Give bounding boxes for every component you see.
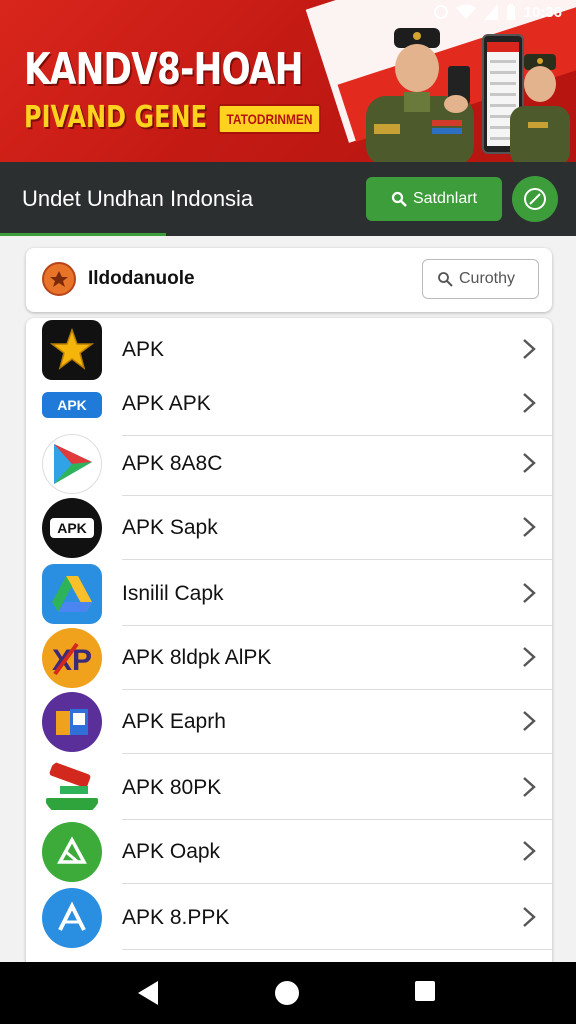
notification-icon bbox=[433, 5, 448, 19]
list-item-label: APK bbox=[122, 338, 165, 361]
banner-title: KANDV8-HOAH bbox=[24, 44, 304, 95]
xp-icon: XP bbox=[42, 628, 102, 688]
chevron-right-icon bbox=[523, 517, 536, 537]
list-item-label: APK 8A8C bbox=[122, 452, 223, 475]
wifi-icon bbox=[455, 4, 476, 19]
svg-text:APK: APK bbox=[57, 397, 87, 413]
top-navbar: Undet Undhan Indonsia Satdnlart bbox=[0, 162, 576, 236]
book-icon bbox=[42, 692, 102, 752]
chevron-right-icon bbox=[523, 583, 536, 603]
list-item[interactable]: APK Oapk bbox=[26, 820, 552, 884]
list-item[interactable]: APK APK APK bbox=[26, 372, 552, 436]
compass-button[interactable] bbox=[512, 176, 558, 222]
list-item-label: APK Eaprh bbox=[122, 710, 226, 733]
play-icon bbox=[42, 434, 102, 494]
list-item-label: Isnilil Capk bbox=[122, 582, 224, 605]
card-title: Ildodanuole bbox=[88, 268, 195, 289]
list-item-label: APK APK bbox=[122, 392, 211, 415]
chevron-right-icon bbox=[523, 647, 536, 667]
list-item-label: APK 8ldpk AlPK bbox=[122, 646, 272, 669]
list-item[interactable]: APK 8.PPK bbox=[26, 886, 552, 950]
search-icon bbox=[438, 272, 453, 287]
list-item-label: APK Oapk bbox=[122, 840, 221, 863]
status-bar: 10:36 bbox=[433, 0, 576, 24]
garuda-logo-icon bbox=[42, 262, 76, 296]
search-icon bbox=[391, 191, 407, 207]
apk-badge-icon: APK bbox=[42, 498, 102, 558]
page-title: Undet Undhan Indonsia bbox=[22, 186, 254, 211]
chevron-right-icon bbox=[523, 453, 536, 473]
signal-icon bbox=[483, 4, 498, 20]
back-icon[interactable] bbox=[136, 980, 160, 1006]
system-nav-bar bbox=[0, 962, 576, 1024]
soldier-illustration bbox=[366, 28, 474, 162]
chevron-right-icon bbox=[523, 907, 536, 927]
drive-icon bbox=[42, 564, 102, 624]
star-icon bbox=[42, 320, 102, 380]
search-card: Ildodanuole Curothy bbox=[26, 248, 552, 312]
list-item[interactable]: APK 8A8C bbox=[26, 432, 552, 496]
green-apk-icon bbox=[42, 822, 102, 882]
list-item[interactable]: Isnilil Capk bbox=[26, 562, 552, 626]
app-list: APK APK APK APK APK 8A8C APK APK Sapk Is… bbox=[26, 318, 552, 968]
list-item-label: APK Sapk bbox=[122, 516, 218, 539]
list-item[interactable]: APK APK Sapk bbox=[26, 496, 552, 560]
search-button-label: Satdnlart bbox=[412, 190, 478, 207]
apkpure-icon: APK bbox=[42, 392, 102, 418]
clock: 10:36 bbox=[523, 3, 562, 21]
tab-indicator bbox=[0, 233, 166, 236]
search-button[interactable]: Satdnlart bbox=[366, 177, 502, 221]
battery-icon bbox=[506, 4, 515, 20]
list-item-label: APK 80PK bbox=[122, 776, 222, 799]
chevron-right-icon bbox=[523, 393, 536, 413]
compass-icon bbox=[524, 188, 546, 210]
list-item-label: APK 8.PPK bbox=[122, 906, 230, 929]
list-item[interactable]: XP APK 8ldpk AlPK bbox=[26, 626, 552, 690]
soldier-illustration-2 bbox=[510, 54, 570, 162]
chevron-right-icon bbox=[523, 339, 536, 359]
list-item[interactable]: APK 80PK bbox=[26, 756, 552, 820]
chevron-right-icon bbox=[523, 777, 536, 797]
list-item[interactable]: APK Eaprh bbox=[26, 690, 552, 754]
search-placeholder: Curothy bbox=[459, 270, 516, 287]
blue-a-icon bbox=[42, 888, 102, 948]
chevron-right-icon bbox=[523, 711, 536, 731]
banner-subtitle: PIVAND GENE bbox=[24, 100, 207, 135]
svg-text:APK: APK bbox=[57, 520, 87, 536]
banner-tag: TATODRINMEN bbox=[218, 104, 321, 134]
recents-icon[interactable] bbox=[414, 980, 436, 1002]
search-input[interactable]: Curothy bbox=[422, 259, 539, 299]
chevron-right-icon bbox=[523, 841, 536, 861]
tool-icon bbox=[42, 758, 102, 818]
home-icon[interactable] bbox=[274, 980, 300, 1006]
promo-banner[interactable]: KANDV8-HOAH PIVAND GENE TATODRINMEN bbox=[0, 0, 576, 162]
